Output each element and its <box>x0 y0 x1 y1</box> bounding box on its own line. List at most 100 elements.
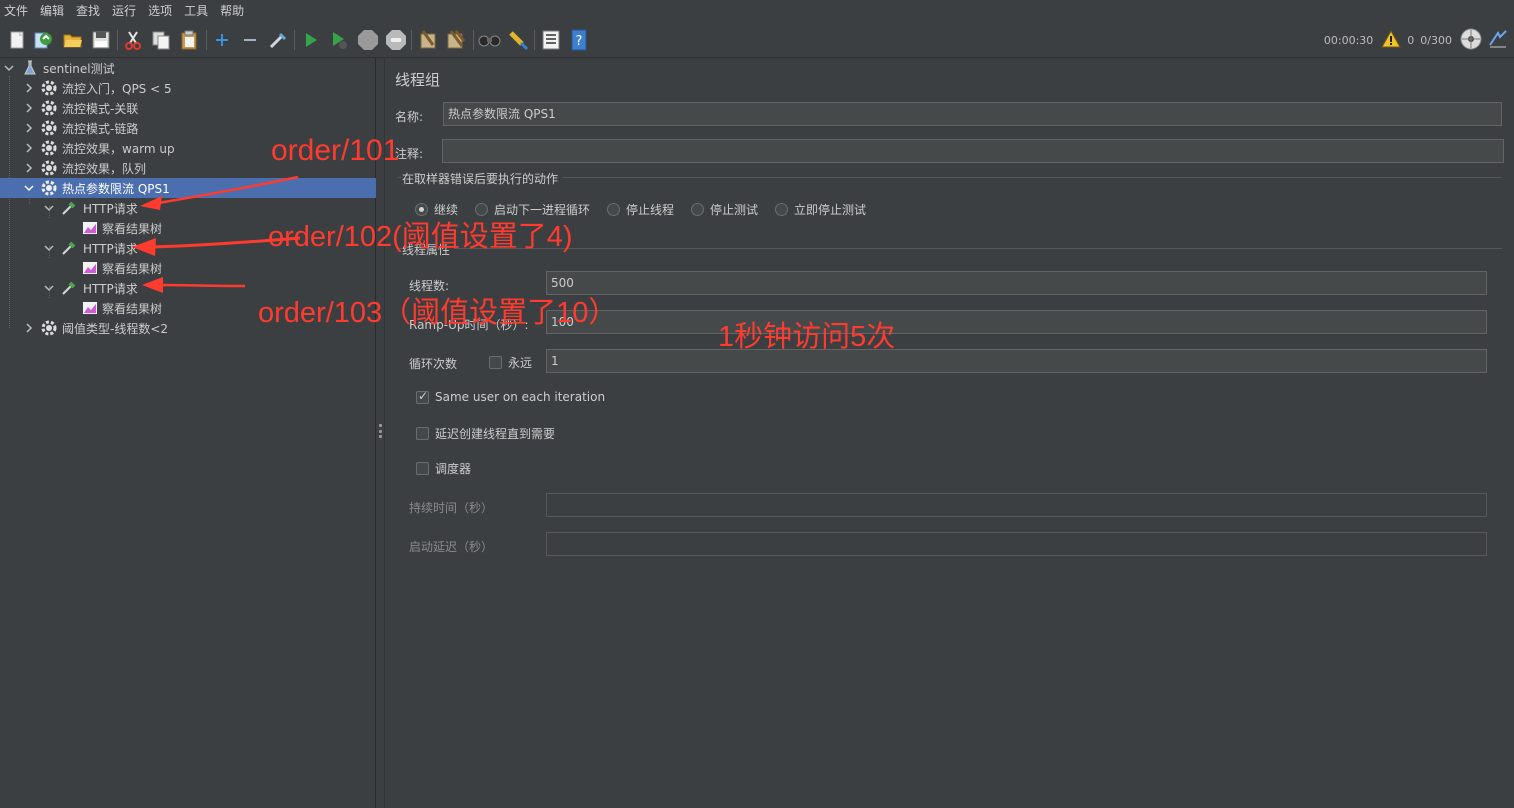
tree-label: 热点参数限流 QPS1 <box>62 181 170 196</box>
menu-tools[interactable]: 工具 <box>178 0 214 22</box>
save-icon[interactable] <box>89 28 113 52</box>
search-icon[interactable] <box>478 28 502 52</box>
stop-icon[interactable] <box>356 28 380 52</box>
tree-label: 察看结果树 <box>102 261 163 276</box>
duration-field[interactable] <box>546 493 1487 517</box>
pipette-icon <box>61 280 77 296</box>
elapsed-time: 00:00:30 <box>1323 33 1374 47</box>
flask-icon <box>22 60 38 76</box>
cut-icon[interactable] <box>121 28 145 52</box>
chevron-right-icon[interactable] <box>23 82 35 94</box>
paste-icon[interactable] <box>177 28 201 52</box>
delay-create-checkbox[interactable]: 延迟创建线程直到需要 <box>416 425 555 442</box>
radio-stop-test[interactable]: 停止测试 <box>691 201 758 218</box>
tree-label: 阈值类型-线程数<2 <box>62 321 169 336</box>
clear-all-icon[interactable] <box>444 28 468 52</box>
tree-item-result-tree[interactable]: 察看结果树 <box>0 258 376 278</box>
help-icon[interactable]: ? <box>567 28 591 52</box>
comment-field[interactable] <box>442 139 1504 163</box>
pipette-icon <box>61 200 77 216</box>
function-helper-icon[interactable] <box>539 28 563 52</box>
active-threads: 0/300 <box>1420 33 1452 47</box>
svg-text:?: ? <box>576 34 583 49</box>
chevron-down-icon[interactable] <box>43 282 55 294</box>
tree-label: 察看结果树 <box>102 221 163 236</box>
chevron-right-icon[interactable] <box>23 102 35 114</box>
graph-icon <box>82 300 98 316</box>
menu-edit[interactable]: 编辑 <box>34 0 70 22</box>
tree-label: 流控入门，QPS < 5 <box>62 81 172 96</box>
chevron-right-icon[interactable] <box>23 322 35 334</box>
annotation-order-101: order/101 <box>271 134 400 167</box>
radio-dot <box>691 203 704 216</box>
tree-label: 流控效果，warm up <box>62 141 175 156</box>
templates-icon[interactable] <box>31 28 55 52</box>
rampup-field[interactable]: 100 <box>546 310 1487 334</box>
chevron-down-icon[interactable] <box>3 62 15 74</box>
menu-search[interactable]: 查找 <box>70 0 106 22</box>
toggle-icon[interactable] <box>266 28 290 52</box>
chevron-right-icon[interactable] <box>23 122 35 134</box>
chevron-right-icon[interactable] <box>23 142 35 154</box>
pane-splitter[interactable] <box>376 58 385 808</box>
gear-icon <box>41 180 57 196</box>
gear-icon <box>41 80 57 96</box>
shutdown-icon[interactable] <box>384 28 408 52</box>
annotation-order-103: order/103（阈值设置了10） <box>258 297 618 329</box>
warning-icon[interactable] <box>1381 29 1402 51</box>
tree-item-thread-group[interactable]: 流控模式-关联 <box>0 98 376 118</box>
same-user-checkbox[interactable]: Same user on each iteration <box>416 389 605 404</box>
error-action-legend: 在取样器错误后要执行的动作 <box>402 170 563 187</box>
thread-group-panel: 线程组 名称: 热点参数限流 QPS1 注释: 在取样器错误后要执行的动作 继续… <box>386 58 1514 808</box>
expand-icon[interactable] <box>210 28 234 52</box>
tree-label: 流控效果，队列 <box>62 161 147 176</box>
reset-search-icon[interactable] <box>506 28 530 52</box>
chevron-right-icon[interactable] <box>23 162 35 174</box>
chevron-down-icon[interactable] <box>43 202 55 214</box>
scheduler-checkbox[interactable]: 调度器 <box>416 460 471 477</box>
tree-label: 流控模式-关联 <box>62 101 139 116</box>
start-icon[interactable] <box>299 28 323 52</box>
loop-field[interactable]: 1 <box>546 349 1487 373</box>
menu-file[interactable]: 文件 <box>0 0 34 22</box>
toolbar: ? 00:00:30 0 0/300 <box>0 22 1514 58</box>
radio-stop-test-now[interactable]: 立即停止测试 <box>775 201 866 218</box>
log-viewer-icon[interactable] <box>1488 29 1508 52</box>
tree-item-thread-group[interactable]: 流控入门，QPS < 5 <box>0 78 376 98</box>
clear-icon[interactable] <box>416 28 440 52</box>
tree-item-thread-group-selected[interactable]: 热点参数限流 QPS1 <box>0 178 376 198</box>
chevron-down-icon[interactable] <box>23 182 35 194</box>
chevron-down-icon[interactable] <box>43 242 55 254</box>
graph-icon <box>82 260 98 276</box>
copy-icon[interactable] <box>149 28 173 52</box>
tree-label: HTTP请求 <box>83 281 138 296</box>
radio-dot <box>775 203 788 216</box>
gear-icon <box>41 320 57 336</box>
menu-options[interactable]: 选项 <box>142 0 178 22</box>
splitter-grip-icon[interactable] <box>379 424 382 438</box>
collapse-icon[interactable] <box>238 28 262 52</box>
gear-icon <box>41 100 57 116</box>
menu-help[interactable]: 帮助 <box>214 0 250 22</box>
tree-label: HTTP请求 <box>83 241 138 256</box>
pipette-icon <box>61 240 77 256</box>
threads-field[interactable]: 500 <box>546 271 1487 295</box>
gear-icon <box>41 160 57 176</box>
tree-label: 流控模式-链路 <box>62 121 139 136</box>
name-label: 名称: <box>395 110 424 124</box>
radio-stop-thread[interactable]: 停止线程 <box>607 201 674 218</box>
menu-bar: 文件 编辑 查找 运行 选项 工具 帮助 <box>0 0 1514 22</box>
menu-run[interactable]: 运行 <box>106 0 142 22</box>
forever-checkbox[interactable]: 永远 <box>489 354 532 371</box>
startup-delay-field[interactable] <box>546 532 1487 556</box>
start-no-pauses-icon[interactable] <box>327 28 351 52</box>
checkbox-box <box>489 356 502 369</box>
tree-root[interactable]: sentinel测试 <box>0 58 376 78</box>
remote-start-icon[interactable] <box>1460 28 1482 53</box>
open-icon[interactable] <box>61 28 85 52</box>
new-icon[interactable] <box>5 28 29 52</box>
tree-label: sentinel测试 <box>43 61 115 76</box>
name-field[interactable]: 热点参数限流 QPS1 <box>443 102 1502 126</box>
annotation-order-102: order/102(阈值设置了4) <box>268 221 573 253</box>
page-title: 线程组 <box>395 71 441 89</box>
